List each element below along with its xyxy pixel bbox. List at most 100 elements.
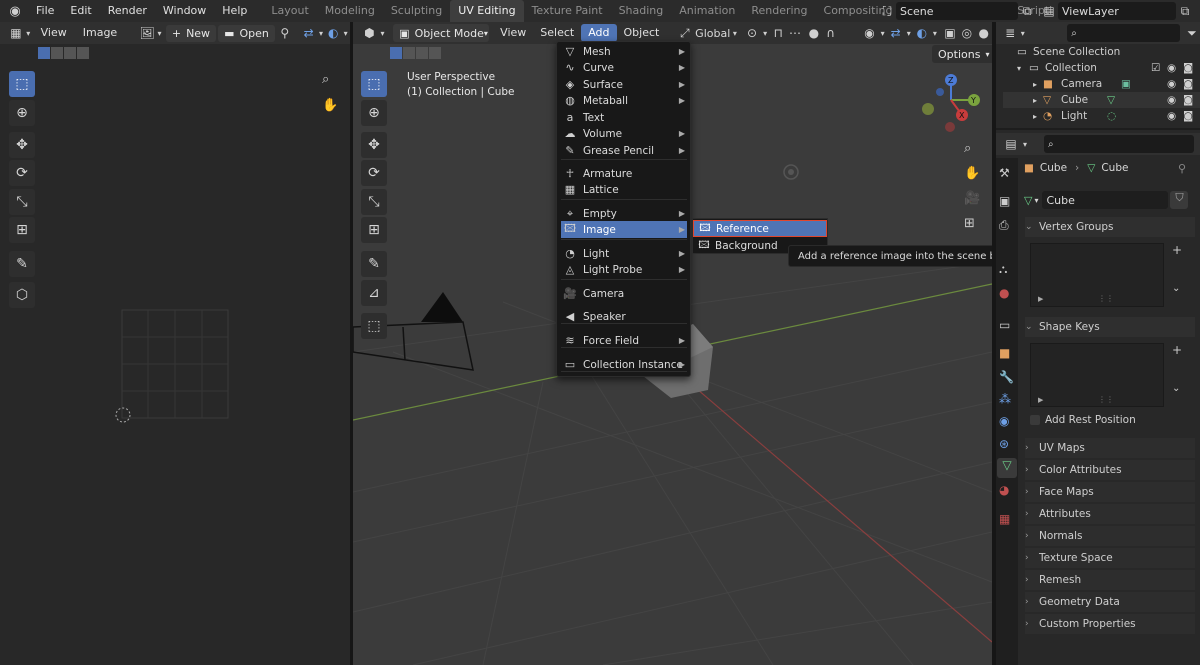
add-menu-item-light[interactable]: ◔ Light ▶ bbox=[561, 245, 687, 262]
render-camera-icon[interactable]: ◙ bbox=[1183, 110, 1193, 122]
visibility-icon[interactable]: ◉ bbox=[861, 24, 878, 42]
mesh-name-field[interactable]: Cube bbox=[1042, 191, 1169, 209]
particles-tab-icon[interactable]: ⁂ bbox=[999, 392, 1011, 406]
add-menu-item-lattice[interactable]: ▦ Lattice bbox=[561, 181, 687, 198]
menu-help[interactable]: Help bbox=[214, 0, 255, 22]
tab-modeling[interactable]: Modeling bbox=[317, 0, 383, 22]
world-tab-icon[interactable]: ● bbox=[999, 286, 1009, 300]
panel-uv-maps[interactable]: › UV Maps bbox=[1025, 438, 1195, 458]
chevron-down-icon[interactable]: ▾ bbox=[1034, 196, 1038, 205]
move-tool-icon[interactable]: ✥ bbox=[9, 132, 35, 158]
panel-color-attributes[interactable]: › Color Attributes bbox=[1025, 460, 1195, 480]
add-menu-item-light-probe[interactable]: ◬ Light Probe ▶ bbox=[561, 261, 687, 278]
scene-tab-icon[interactable]: ⛬ bbox=[999, 262, 1007, 277]
add-vertex-group-icon[interactable]: + bbox=[1172, 243, 1182, 257]
eye-icon[interactable]: ◉ bbox=[1167, 110, 1176, 122]
data-tab-icon[interactable]: ▽ bbox=[997, 458, 1017, 478]
blender-logo-icon[interactable]: ◉ bbox=[6, 2, 24, 20]
annotate-tool-icon[interactable]: ✎ bbox=[9, 251, 35, 277]
chevron-right-icon[interactable]: ▸ bbox=[1033, 96, 1043, 105]
transform-tool-icon[interactable]: ⊞ bbox=[361, 217, 387, 243]
scene-selector[interactable]: ⛶ Scene ⧉ bbox=[878, 2, 1036, 20]
open-image-button[interactable]: ▬ Open bbox=[218, 24, 275, 42]
editor-type-icon[interactable]: ▦ bbox=[8, 24, 24, 42]
shape-keys-list[interactable] bbox=[1030, 343, 1164, 407]
panel-texture-space[interactable]: › Texture Space bbox=[1025, 548, 1195, 568]
render-camera-icon[interactable]: ◙ bbox=[1183, 94, 1193, 106]
eye-icon[interactable]: ◉ bbox=[1167, 78, 1176, 90]
constraints-tab-icon[interactable]: ⊛ bbox=[999, 437, 1009, 451]
tab-texture-paint[interactable]: Texture Paint bbox=[524, 0, 611, 22]
overlay-icon[interactable]: ◐ bbox=[325, 24, 341, 42]
panel-normals[interactable]: › Normals bbox=[1025, 526, 1195, 546]
vertex-groups-list[interactable] bbox=[1030, 243, 1164, 307]
new-scene-icon[interactable]: ⧉ bbox=[1018, 2, 1036, 20]
proportional-edit-icon[interactable]: ● bbox=[805, 24, 822, 42]
add-menu-item-metaball[interactable]: ◍ Metaball ▶ bbox=[561, 92, 687, 109]
tab-rendering[interactable]: Rendering bbox=[743, 0, 815, 22]
collection-row[interactable]: ▾ ▭ Collection ☑ ◉ ◙ bbox=[1003, 60, 1200, 76]
viewport-menu-view[interactable]: View bbox=[493, 22, 533, 44]
add-cube-tool-icon[interactable]: ⬚ bbox=[361, 313, 387, 339]
uv-menu-image[interactable]: Image bbox=[75, 22, 125, 44]
annotate-tool-icon[interactable]: ✎ bbox=[361, 251, 387, 277]
panel-attributes[interactable]: › Attributes bbox=[1025, 504, 1195, 524]
tool-tab-icon[interactable]: ⚒ bbox=[999, 166, 1010, 180]
chevron-down-icon[interactable]: ▾ bbox=[24, 24, 33, 42]
cursor-tool-icon[interactable]: ⊕ bbox=[9, 100, 35, 126]
orientation-label[interactable]: Global bbox=[695, 27, 730, 40]
chevron-down-icon[interactable]: ▾ bbox=[760, 24, 769, 42]
pin-icon[interactable]: ⚲ bbox=[1178, 162, 1186, 175]
solid-shading-icon[interactable]: ● bbox=[975, 24, 992, 42]
tab-animation[interactable]: Animation bbox=[671, 0, 743, 22]
mode-selector[interactable]: ▣ Object Mode ▾ bbox=[393, 24, 490, 42]
xray-icon[interactable]: ▣ bbox=[942, 24, 959, 42]
texture-tab-icon[interactable]: ▦ bbox=[999, 512, 1010, 526]
panel-vertex-groups[interactable]: ⌄ Vertex Groups bbox=[1025, 217, 1195, 237]
chevron-down-icon[interactable]: ▾ bbox=[1018, 24, 1027, 42]
select-mode-extend-icon[interactable] bbox=[51, 47, 63, 59]
add-menu-item-volume[interactable]: ☁ Volume ▶ bbox=[561, 125, 687, 142]
chevron-down-icon[interactable]: ▾ bbox=[317, 24, 326, 42]
menu-file[interactable]: File bbox=[28, 0, 62, 22]
wireframe-shading-icon[interactable]: ◎ bbox=[958, 24, 975, 42]
render-tab-icon[interactable]: ▣ bbox=[999, 194, 1010, 208]
image-browse-icon[interactable]: 🖼 bbox=[139, 24, 155, 42]
eye-icon[interactable]: ◉ bbox=[1167, 62, 1176, 74]
menu-edit[interactable]: Edit bbox=[62, 0, 99, 22]
move-tool-icon[interactable]: ✥ bbox=[361, 132, 387, 158]
tab-uv-editing[interactable]: UV Editing bbox=[450, 0, 524, 22]
camera-view-icon[interactable]: 🎥 bbox=[964, 191, 980, 206]
chevron-down-icon[interactable]: ▾ bbox=[341, 24, 350, 42]
properties-type-icon[interactable]: ▤ bbox=[1002, 135, 1020, 153]
reference-menu-item[interactable]: 🖾 Reference bbox=[693, 220, 827, 237]
select-box-tool-icon[interactable]: ⬚ bbox=[361, 71, 387, 97]
chevron-down-icon[interactable]: ▾ bbox=[730, 24, 739, 42]
object-tab-icon[interactable]: ■ bbox=[999, 346, 1010, 360]
add-menu-item-mesh[interactable]: ▽ Mesh ▶ bbox=[561, 43, 687, 60]
grab-tool-icon[interactable]: ⬡ bbox=[9, 282, 35, 308]
light-object-row[interactable]: ▸ ◔ Light ◌ ◉ ◙ bbox=[1003, 108, 1200, 124]
falloff-icon[interactable]: ∩ bbox=[822, 24, 839, 42]
scene-collection-row[interactable]: ▭ Scene Collection bbox=[1003, 44, 1200, 60]
viewlayer-selector[interactable]: ▤ ViewLayer ⧉ bbox=[1040, 2, 1194, 20]
panel-custom-properties[interactable]: › Custom Properties bbox=[1025, 614, 1195, 634]
chevron-right-icon[interactable]: ▸ bbox=[1033, 80, 1043, 89]
light-data-icon[interactable]: ◌ bbox=[1107, 110, 1116, 122]
editor-type-3d-icon[interactable]: ⬢ bbox=[361, 24, 378, 42]
chevron-right-icon[interactable]: ▸ bbox=[1033, 112, 1043, 121]
add-menu-item-armature[interactable]: ☥ Armature bbox=[561, 165, 687, 182]
uv-sync-icon[interactable]: ⇄ bbox=[301, 24, 317, 42]
filter-icon[interactable]: ⏷ bbox=[1184, 24, 1200, 42]
chevron-down-icon[interactable]: ▾ bbox=[878, 24, 887, 42]
resize-handle-icon[interactable]: ⋮⋮ bbox=[1098, 395, 1114, 404]
properties-search-input[interactable]: ⌕ bbox=[1044, 135, 1194, 153]
panel-remesh[interactable]: › Remesh bbox=[1025, 570, 1195, 590]
checkbox-icon[interactable] bbox=[1030, 415, 1040, 425]
rotate-tool-icon[interactable]: ⟳ bbox=[361, 160, 387, 186]
rotate-tool-icon[interactable]: ⟳ bbox=[9, 160, 35, 186]
add-menu-item-camera[interactable]: 🎥 Camera bbox=[561, 285, 687, 302]
chevron-down-icon[interactable]: ▾ bbox=[1017, 64, 1029, 73]
select-mode-invert-icon[interactable] bbox=[429, 47, 441, 59]
snap-icon[interactable]: ⊓ bbox=[770, 24, 787, 42]
